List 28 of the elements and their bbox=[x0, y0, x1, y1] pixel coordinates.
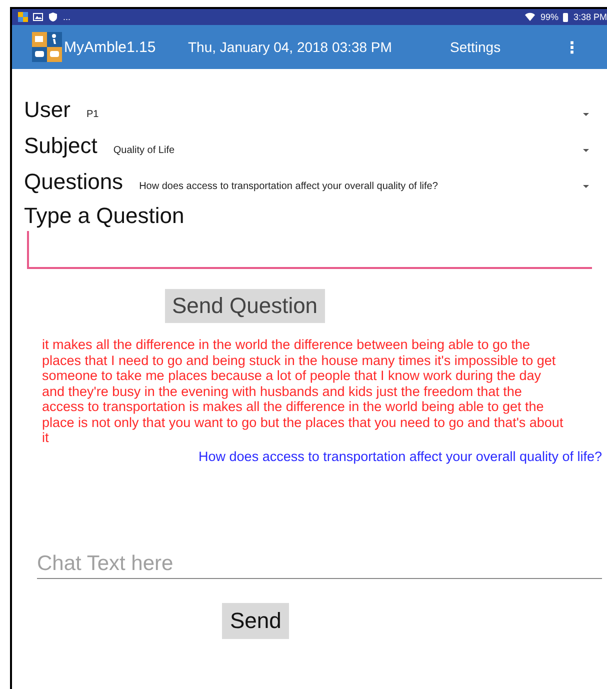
shield-icon bbox=[48, 12, 58, 22]
overflow-indicator: ... bbox=[63, 12, 71, 22]
send-question-button[interactable]: Send Question bbox=[165, 289, 325, 323]
dropdown[interactable]: P1 bbox=[86, 109, 589, 123]
caret-icon bbox=[583, 149, 589, 152]
app-title: MyAmble1.15 bbox=[64, 38, 157, 56]
field-label: Subject bbox=[24, 133, 98, 159]
menu-button[interactable]: ⋮ bbox=[560, 38, 584, 56]
battery-icon bbox=[563, 12, 568, 22]
clock: 3:38 PM bbox=[573, 12, 607, 22]
caret-icon bbox=[583, 185, 589, 188]
dropdown[interactable]: How does access to transportation affect your overall quality of life? bbox=[139, 181, 589, 195]
notification-icon bbox=[18, 12, 28, 22]
settings-button[interactable]: Settings bbox=[450, 39, 560, 55]
field-label: Questions bbox=[24, 169, 124, 195]
app-logo-icon bbox=[32, 32, 62, 62]
send-button[interactable]: Send bbox=[222, 603, 290, 639]
section-heading: Type a Question bbox=[24, 203, 186, 229]
question-input-field[interactable] bbox=[27, 231, 592, 269]
dropdown[interactable]: Quality of Life bbox=[113, 145, 589, 159]
question-message: How does access to transportation affect your overall quality of life? bbox=[198, 448, 602, 464]
caret-icon bbox=[583, 113, 589, 116]
date-time: Thu, January 04, 2018 03:38 PM bbox=[188, 39, 393, 55]
answer-message: it makes all the difference in the world the difference between being able to go the places that I need to go and being stuck in the house many times it's impossible to get someone to take me places because a lot of people that I know work during the day and they're busy in the evening with husbands and kids just the freedom that the access to transportation is makes all the difference in the world being able to get the place is not only that you want to go but the places that you need to go and that's about it bbox=[42, 337, 564, 446]
wifi-icon bbox=[525, 12, 536, 22]
battery-percent: 99% bbox=[540, 12, 558, 22]
field-label: User bbox=[24, 97, 70, 123]
image-icon bbox=[33, 12, 43, 22]
